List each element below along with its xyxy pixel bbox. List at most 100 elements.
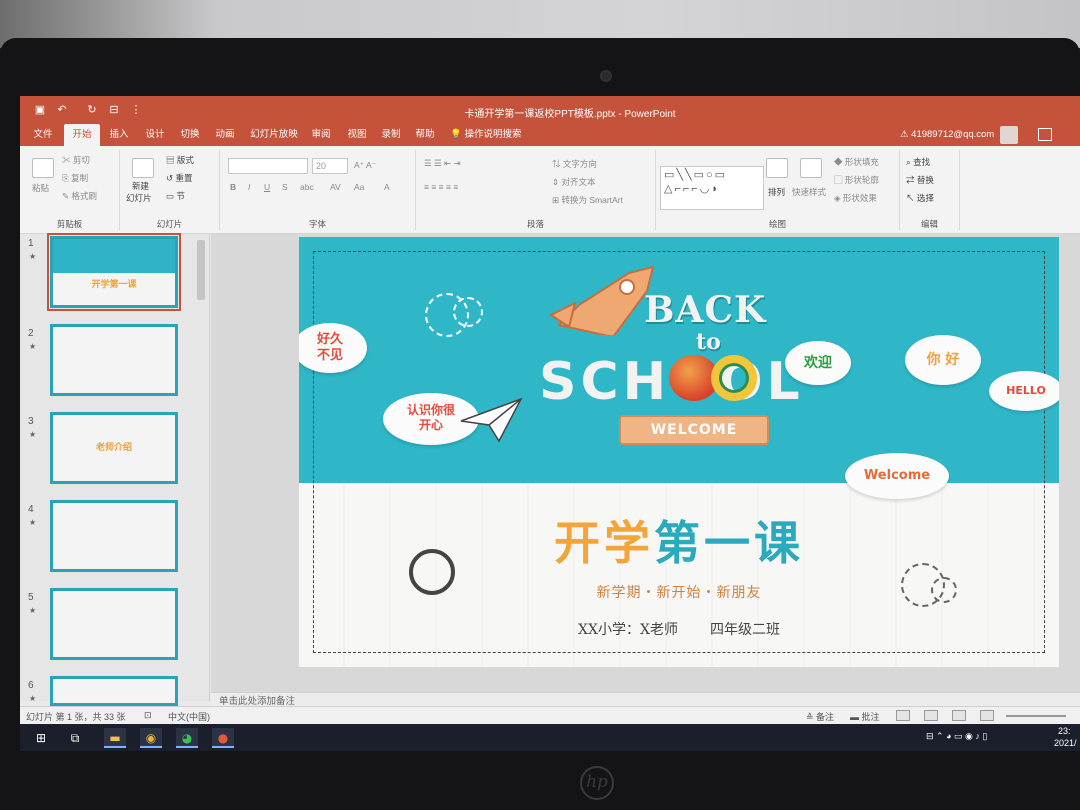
- save-icon[interactable]: ▣: [34, 104, 46, 116]
- tray-icons[interactable]: ⊟ ⌃ ◕ ▭ ◉ ♪ ▯: [926, 731, 987, 742]
- quick-styles-button[interactable]: 快速样式: [792, 186, 826, 198]
- bullets-icon[interactable]: ☰ ☰ ⇤ ⇥: [424, 158, 461, 169]
- tab-home[interactable]: 开始: [64, 124, 100, 146]
- smartart-button[interactable]: ⊞ 转换为 SmartArt: [552, 194, 623, 206]
- present-icon[interactable]: ⊟: [108, 104, 120, 116]
- shape-fill-button[interactable]: ◆ 形状填充: [834, 156, 879, 168]
- tell-me-search[interactable]: 💡 操作说明搜索: [450, 124, 521, 146]
- chrome-icon[interactable]: ◉: [140, 728, 162, 748]
- thumb-number: 5: [28, 592, 34, 603]
- normal-view-button[interactable]: [896, 710, 910, 721]
- thumb-header: [53, 239, 175, 274]
- italic-icon[interactable]: I: [248, 182, 250, 192]
- paper-plane-icon: [460, 397, 523, 443]
- bold-icon[interactable]: B: [230, 182, 236, 192]
- cut-button[interactable]: ✂ 剪切: [62, 154, 90, 166]
- replace-button[interactable]: ⇄ 替换: [906, 174, 934, 186]
- thumbnail-slide-6[interactable]: [50, 676, 178, 706]
- tab-slideshow[interactable]: 幻灯片放映: [246, 124, 302, 146]
- tab-record[interactable]: 录制: [376, 124, 406, 146]
- clock-date[interactable]: 2021/: [1054, 738, 1077, 748]
- file-explorer-icon[interactable]: ▬: [104, 728, 126, 748]
- new-slide-icon[interactable]: [132, 158, 154, 178]
- paste-button[interactable]: 粘贴: [32, 182, 49, 194]
- reading-view-button[interactable]: [952, 710, 966, 721]
- avatar[interactable]: [1000, 126, 1018, 144]
- redo-icon[interactable]: ↻: [86, 104, 98, 116]
- tab-help[interactable]: 帮助: [410, 124, 440, 146]
- font-label: 字体: [308, 219, 326, 229]
- shape-outline-button[interactable]: ▢ 形状轮廓: [834, 174, 879, 186]
- screen: ▣ ↶ ↻ ⊟ ⋮ 卡通开学第一课返校PPT模板.pptx - PowerPoi…: [20, 96, 1080, 751]
- thumbnail-slide-2[interactable]: [50, 324, 178, 396]
- select-button[interactable]: ↖ 选择: [906, 192, 934, 204]
- arrange-button[interactable]: 排列: [768, 186, 785, 198]
- account-email[interactable]: ⚠ 41989712@qq.com: [900, 124, 994, 146]
- windows-start-icon[interactable]: ⊞: [30, 728, 52, 748]
- title-part-teal: 第一课: [654, 516, 804, 570]
- thumb-number: 1: [28, 238, 34, 249]
- accessibility-icon[interactable]: ⊡: [144, 710, 152, 721]
- lightbulb-icon: 💡: [450, 129, 465, 140]
- thumbnail-slide-5[interactable]: [50, 588, 178, 660]
- font-name-dropdown[interactable]: [228, 158, 308, 174]
- underline-icon[interactable]: U: [264, 182, 270, 192]
- drawing-label: 绘图: [768, 219, 786, 229]
- arrange-icon[interactable]: [766, 158, 788, 178]
- tab-design[interactable]: 设计: [140, 124, 170, 146]
- font-color-icon[interactable]: A: [384, 182, 390, 192]
- tab-view[interactable]: 视图: [342, 124, 372, 146]
- thumbnails-scrollbar[interactable]: [197, 240, 205, 300]
- zoom-slider[interactable]: [1006, 715, 1066, 717]
- slide[interactable]: BACK to SCHOOL WELCOME 好久 不见 认识你很 开心 欢迎 …: [299, 237, 1059, 667]
- section-button[interactable]: ▭ 节: [166, 190, 185, 202]
- thumb-number: 2: [28, 328, 34, 339]
- tab-transitions[interactable]: 切换: [175, 124, 205, 146]
- thumb-star-icon: ★: [29, 518, 37, 527]
- shadow-icon[interactable]: S: [282, 182, 288, 192]
- thumbnail-slide-1[interactable]: 开学第一课: [47, 233, 181, 311]
- paste-icon[interactable]: [32, 158, 54, 178]
- align-icon[interactable]: ≡ ≡ ≡ ≡ ≡: [424, 182, 458, 192]
- shape-effects-button[interactable]: ◈ 形状效果: [834, 192, 877, 204]
- align-text-button[interactable]: ⇕ 对齐文本: [552, 176, 596, 188]
- quick-styles-icon[interactable]: [800, 158, 822, 178]
- grow-font-icon[interactable]: A⁺ A⁻: [354, 160, 376, 171]
- slideshow-view-button[interactable]: [980, 710, 994, 721]
- wechat-icon[interactable]: ◕: [176, 728, 198, 748]
- thumb-number: 4: [28, 504, 34, 515]
- text-direction-button[interactable]: ⇅ 文字方向: [552, 158, 597, 170]
- shapes-gallery[interactable]: ▭╲╲▭○▭ △⌐⌐⌐◡◗: [660, 166, 764, 210]
- font-size-dropdown[interactable]: 20: [312, 158, 348, 174]
- format-painter-button[interactable]: ✎ 格式刷: [62, 190, 97, 202]
- reset-button[interactable]: ↺ 重置: [166, 172, 193, 184]
- language-indicator[interactable]: 中文(中国): [168, 710, 210, 723]
- tab-review[interactable]: 审阅: [306, 124, 336, 146]
- find-button[interactable]: ⌕ 查找: [906, 156, 930, 168]
- welcome-banner: WELCOME: [619, 415, 769, 445]
- task-view-icon[interactable]: ⧉: [64, 728, 86, 748]
- undo-icon[interactable]: ↶: [56, 104, 68, 116]
- thumbnail-slide-3[interactable]: 老师介绍: [50, 412, 178, 484]
- char-spacing-icon[interactable]: AV: [330, 182, 341, 192]
- strikethrough-icon[interactable]: abc: [300, 182, 314, 192]
- tab-animations[interactable]: 动画: [210, 124, 240, 146]
- comments-button[interactable]: ▬ 批注: [850, 710, 880, 723]
- powerpoint-icon[interactable]: ●: [212, 728, 234, 748]
- new-slide-button[interactable]: 新建: [132, 180, 149, 192]
- clock-time[interactable]: 23:: [1058, 726, 1071, 736]
- layout-button[interactable]: ▤ 版式: [166, 154, 194, 166]
- change-case-icon[interactable]: Aa: [354, 182, 364, 192]
- notes-button[interactable]: ≙ 备注: [806, 710, 834, 723]
- tab-file[interactable]: 文件: [26, 124, 60, 146]
- thumb-star-icon: ★: [29, 252, 37, 261]
- thumbnail-slide-4[interactable]: [50, 500, 178, 572]
- share-icon[interactable]: [1038, 128, 1052, 141]
- slide-sorter-button[interactable]: [924, 710, 938, 721]
- copy-button[interactable]: ⎘ 复制: [62, 172, 88, 184]
- title-bar: ▣ ↶ ↻ ⊟ ⋮ 卡通开学第一课返校PPT模板.pptx - PowerPoi…: [20, 96, 1080, 124]
- group-drawing: ▭╲╲▭○▭ △⌐⌐⌐◡◗ 排列 快速样式 ◆ 形状填充 ▢ 形状轮廓 ◈ 形状效…: [656, 150, 900, 230]
- thumb-star-icon: ★: [29, 606, 37, 615]
- customize-qat-icon[interactable]: ⋮: [130, 104, 142, 116]
- tab-insert[interactable]: 插入: [104, 124, 134, 146]
